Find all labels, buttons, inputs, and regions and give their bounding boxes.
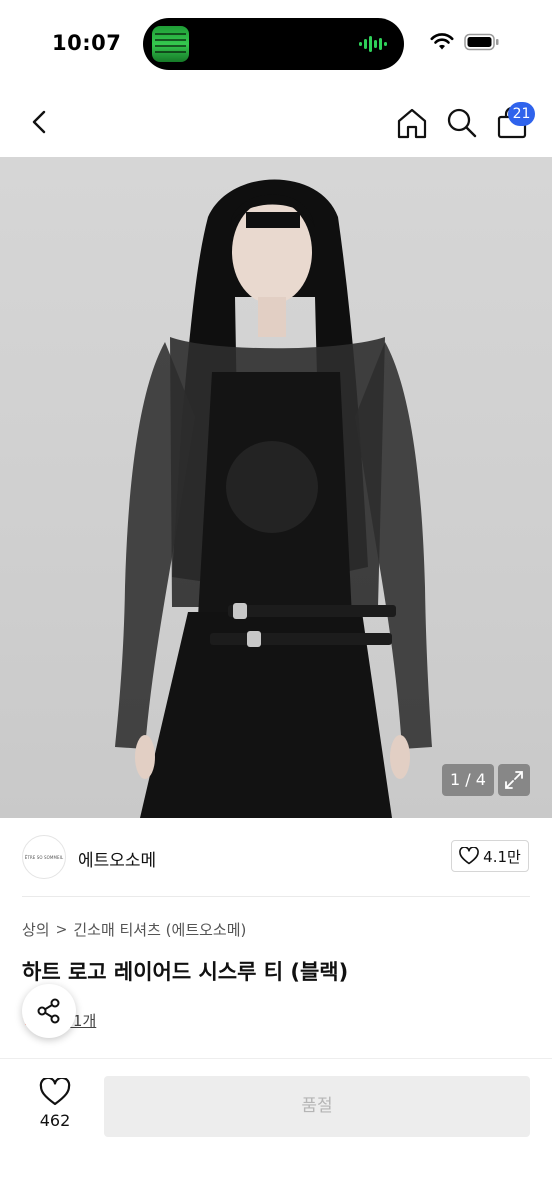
share-icon — [37, 998, 60, 1024]
product-title: 하트 로고 레이어드 시스루 티 (블랙) — [22, 960, 349, 984]
battery-icon — [464, 33, 499, 51]
product-image[interactable] — [0, 157, 552, 818]
search-icon[interactable] — [443, 104, 481, 142]
audio-waveform-icon — [359, 36, 387, 52]
divider — [22, 896, 530, 897]
now-playing-artwork — [152, 26, 189, 62]
sold-out-button[interactable]: 품절 — [104, 1076, 530, 1137]
brand-like-count: 4.1만 — [483, 847, 521, 866]
status-bar: 10:07 — [0, 0, 552, 92]
breadcrumb-item-category[interactable]: 긴소매 티셔츠 (에트오소메) — [73, 919, 246, 940]
seller-name[interactable]: 에트오소메 — [78, 846, 156, 871]
seller-logo[interactable]: ÊTRE SO SOMMEIL — [22, 835, 66, 879]
seller-row: ÊTRE SO SOMMEIL 에트오소메 4.1만 — [0, 818, 552, 896]
wifi-icon — [430, 33, 454, 50]
cart-count-badge: 21 — [508, 102, 535, 126]
wish-count: 462 — [39, 1111, 71, 1130]
breadcrumb-item-top[interactable]: 상의 — [22, 919, 50, 940]
status-icons — [430, 33, 500, 51]
image-counter: 1 / 4 — [442, 764, 494, 796]
heart-icon[interactable] — [39, 1078, 71, 1106]
product-photo — [115, 179, 432, 818]
status-time: 10:07 — [52, 31, 122, 55]
top-navigation — [0, 92, 552, 156]
share-button[interactable] — [22, 984, 76, 1038]
expand-button[interactable] — [498, 764, 530, 796]
expand-icon — [505, 771, 523, 789]
chevron-right-icon: > — [55, 921, 68, 938]
brand-like-button[interactable]: 4.1만 — [451, 840, 529, 872]
breadcrumb: 상의 > 긴소매 티셔츠 (에트오소메) — [22, 919, 246, 940]
home-icon[interactable] — [393, 104, 431, 142]
chevron-left-icon[interactable] — [22, 104, 58, 140]
heart-icon — [459, 847, 479, 865]
dynamic-island[interactable] — [143, 18, 404, 70]
bottom-action-bar: 462 품절 — [0, 1059, 552, 1200]
